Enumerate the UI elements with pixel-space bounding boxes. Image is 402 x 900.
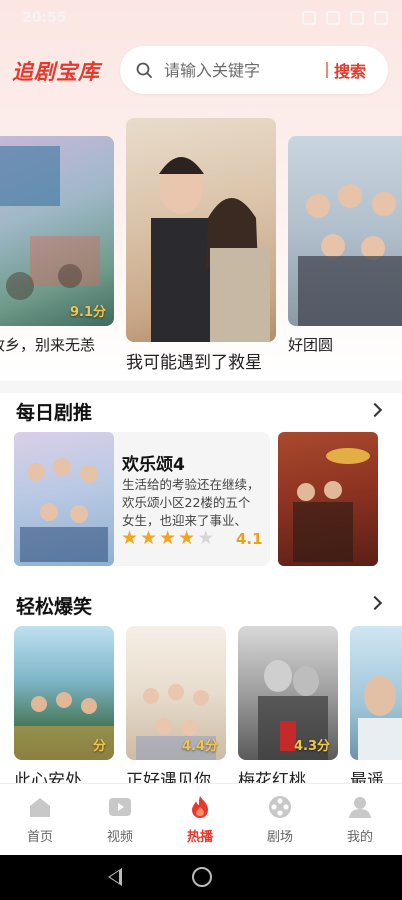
search-icon — [136, 62, 152, 78]
carousel-title[interactable]: 故乡，别来无恙 — [0, 334, 114, 355]
comedy-poster[interactable]: 4.4分 — [126, 626, 226, 760]
comedy-poster[interactable]: 分 — [14, 626, 114, 760]
poster-art — [151, 157, 270, 342]
daily-section-title: 每日剧推 — [16, 402, 93, 424]
carousel-poster-jiuxing[interactable] — [126, 118, 276, 342]
daily-desc-line: 生活给的考验还在继续， — [122, 477, 260, 492]
poster-art — [293, 448, 370, 562]
status-time: 20:55 — [22, 10, 67, 26]
signal-icon — [326, 11, 340, 25]
home-circle-icon[interactable] — [192, 867, 212, 887]
comedy-poster[interactable]: 4.3分 — [238, 626, 338, 760]
poster-score: 9.1分 — [69, 305, 106, 320]
home-icon — [30, 798, 50, 817]
section-divider — [0, 381, 402, 393]
daily-side-poster[interactable] — [278, 432, 378, 566]
back-icon[interactable] — [108, 868, 122, 886]
battery-icon — [374, 11, 388, 25]
nav-item-theater[interactable]: 剧场 — [240, 784, 320, 856]
carousel-title[interactable]: 我可能遇到了救星 — [126, 348, 274, 373]
poster-score: 4.3分 — [293, 739, 330, 754]
poster-art — [358, 676, 402, 760]
bottom-navigation: 首页 视频 热播 剧场 我的 — [0, 783, 402, 855]
comedy-section-title: 轻松爆笑 — [16, 596, 93, 618]
search-box[interactable]: 搜索 — [120, 46, 388, 94]
star-filled-icon: ★ — [121, 527, 139, 549]
app-logo: 追剧宝库 — [12, 60, 100, 84]
star-filled-icon: ★ — [140, 527, 158, 549]
nav-item-home[interactable]: 首页 — [0, 784, 80, 856]
poster-score: 分 — [92, 739, 106, 754]
nav-item-video[interactable]: 视频 — [80, 784, 160, 856]
carousel-title[interactable]: 好团圆 — [288, 334, 402, 355]
carousel-poster-guxiang[interactable]: 9.1分 — [0, 136, 114, 326]
nav-label: 视频 — [106, 830, 133, 845]
film-reel-icon — [269, 796, 291, 818]
poster-art — [298, 184, 402, 326]
daily-more-chevron-icon[interactable] — [367, 402, 383, 418]
star-empty-icon: ★ — [197, 527, 215, 549]
poster-score: 4.4分 — [181, 739, 218, 754]
nav-label: 剧场 — [266, 830, 293, 845]
alarm-icon — [302, 11, 316, 25]
wifi-icon — [350, 11, 364, 25]
nav-item-profile[interactable]: 我的 — [320, 784, 400, 856]
status-bar: 20:55 — [0, 0, 402, 40]
system-navigation-bar — [0, 855, 402, 900]
star-filled-icon: ★ — [159, 527, 177, 549]
comedy-more-chevron-icon[interactable] — [367, 595, 383, 611]
poster-art — [20, 458, 108, 562]
fire-icon — [192, 796, 208, 818]
nav-label: 我的 — [346, 830, 373, 845]
daily-item-title[interactable]: 欢乐颂4 — [122, 450, 185, 475]
carousel-poster-haotuanyuan[interactable] — [288, 136, 402, 326]
daily-item-description: 生活给的考验还在继续， 欢乐颂小区22楼的五个 女生，也迎来了事业、 — [122, 476, 282, 530]
search-input[interactable] — [164, 58, 314, 82]
star-filled-icon: ★ — [178, 527, 196, 549]
poster-art — [0, 146, 100, 300]
star-rating: ★ ★ ★ ★ ★ — [121, 528, 214, 548]
video-icon — [109, 798, 131, 816]
comedy-poster[interactable] — [350, 626, 402, 760]
nav-label: 首页 — [26, 830, 53, 845]
daily-rating-value: 4.1 — [236, 530, 263, 548]
search-button[interactable]: 搜索 — [334, 58, 366, 82]
search-divider — [326, 62, 328, 78]
nav-item-hot[interactable]: 热播 — [160, 784, 240, 856]
daily-poster — [14, 432, 114, 566]
nav-label: 热播 — [186, 830, 213, 845]
daily-desc-line: 欢乐颂小区22楼的五个 — [122, 495, 251, 510]
profile-icon — [349, 797, 371, 818]
status-icons — [302, 11, 388, 25]
